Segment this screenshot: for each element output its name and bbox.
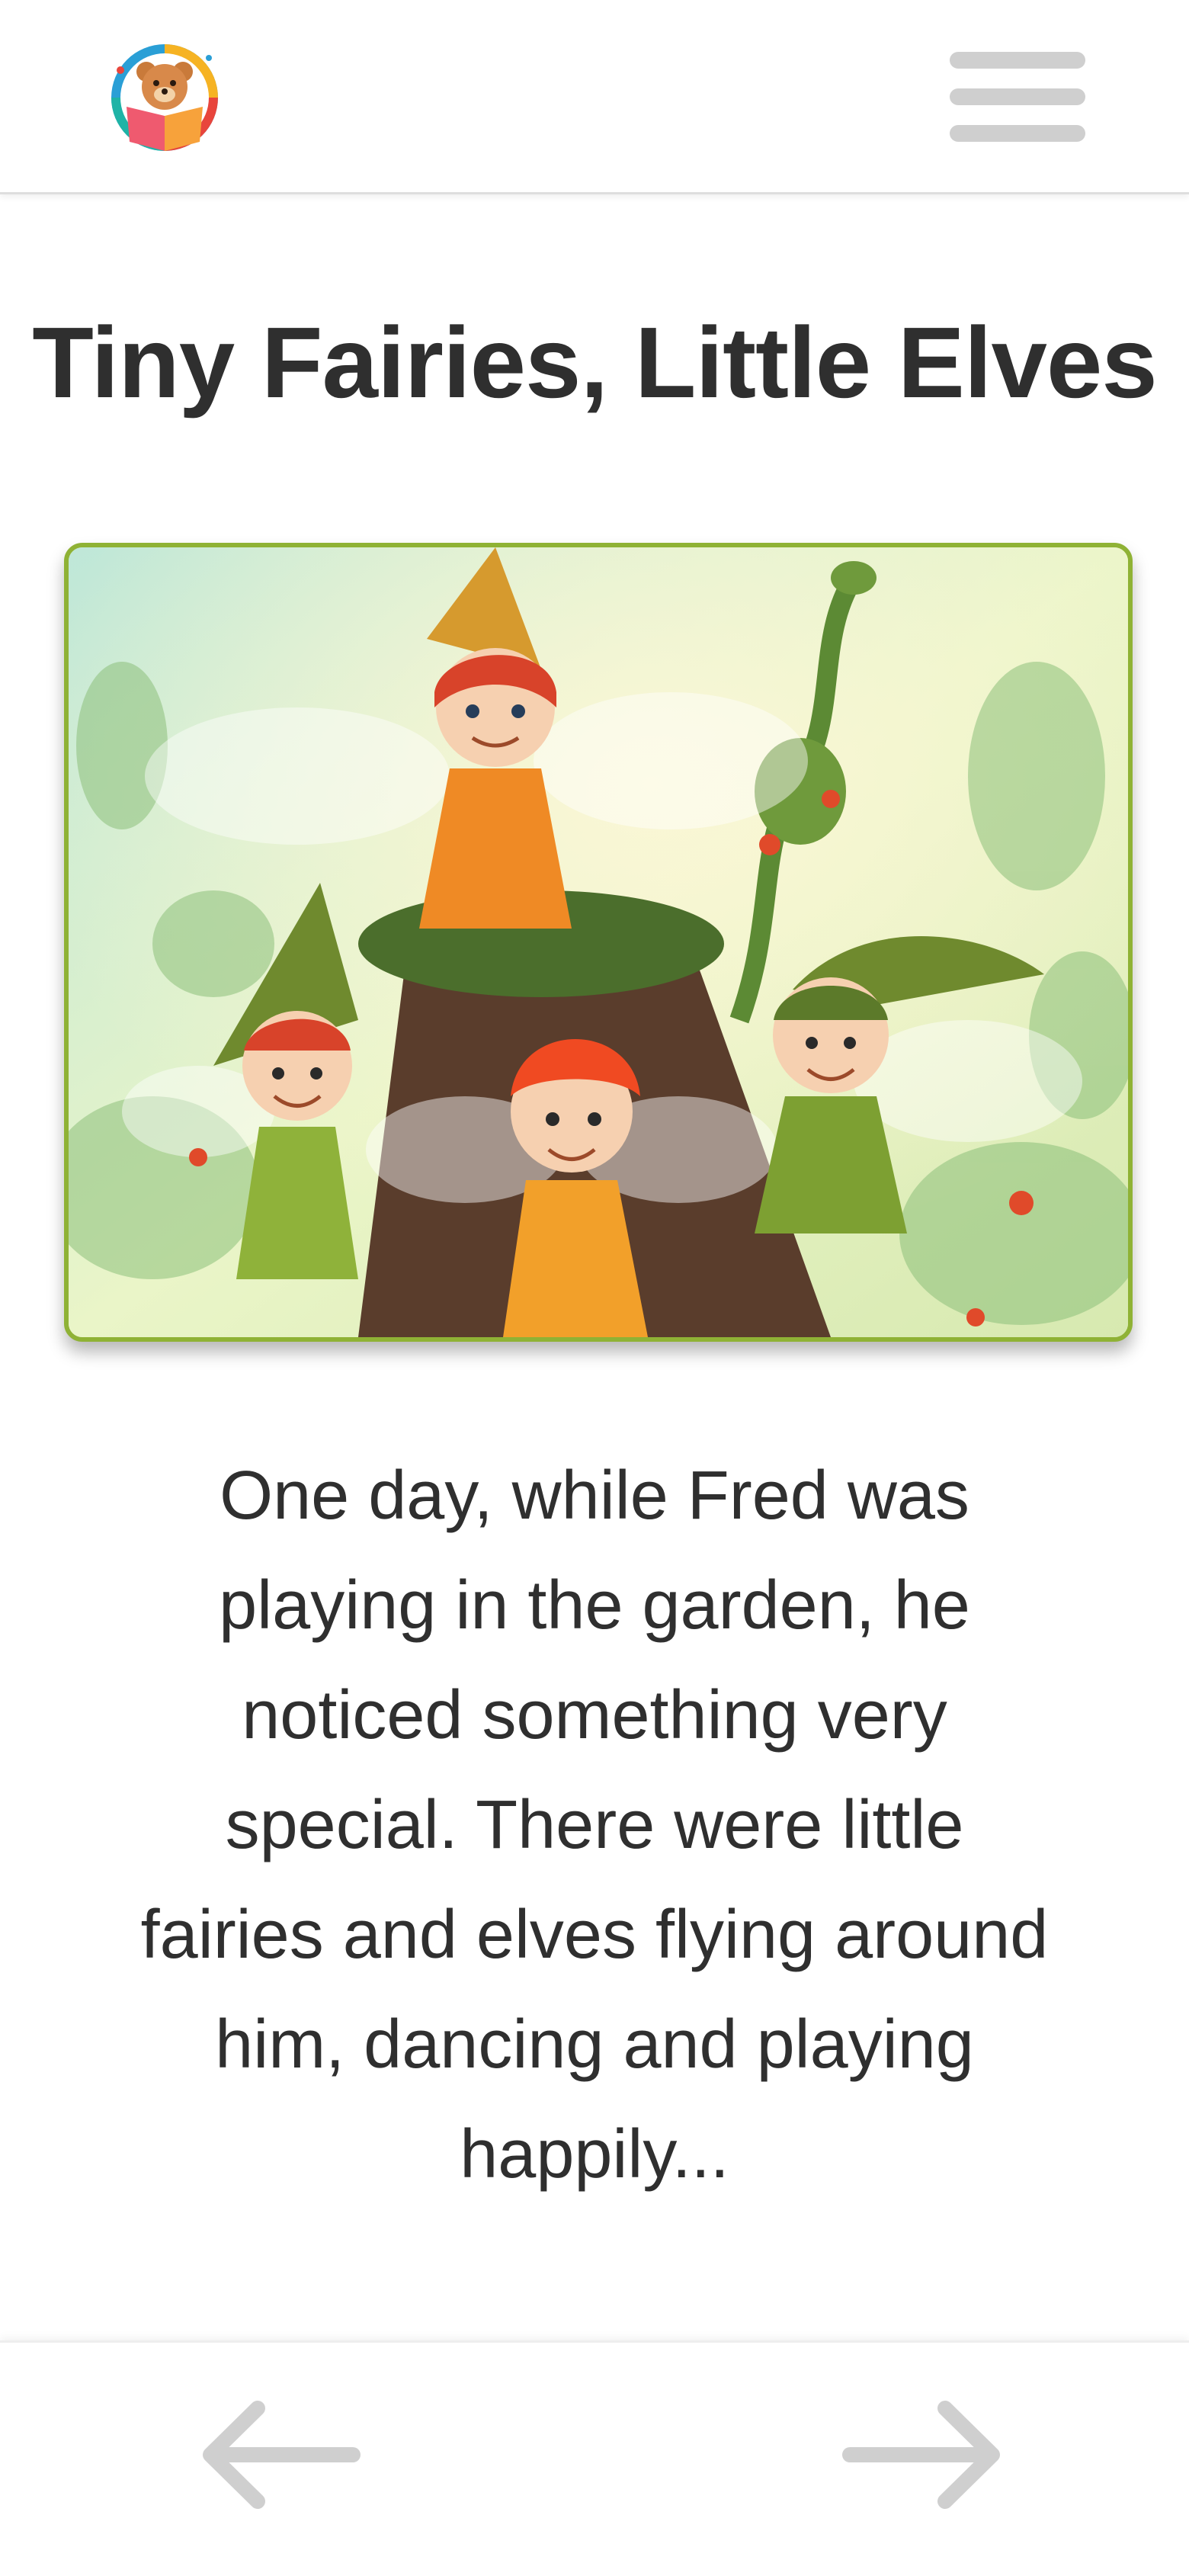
- menu-bar-bottom: [950, 125, 1085, 142]
- menu-bar-middle: [950, 88, 1085, 105]
- hamburger-menu-button[interactable]: [945, 47, 1090, 145]
- arrow-left-icon: [203, 2401, 361, 2509]
- fairies-and-elves-image: [69, 547, 1128, 1337]
- arrow-right-icon: [842, 2401, 1000, 2509]
- bottom-navigation-bar: [0, 2340, 1189, 2576]
- page-title: Tiny Fairies, Little Elves: [32, 306, 1158, 419]
- story-illustration: [64, 543, 1133, 1342]
- previous-page-button[interactable]: [197, 2398, 364, 2512]
- teddy-bear-reading-book-icon[interactable]: [105, 40, 224, 156]
- menu-bar-top: [950, 52, 1085, 69]
- top-bar: [0, 0, 1189, 194]
- next-page-button[interactable]: [838, 2398, 1006, 2512]
- story-text: One day, while Fred was playing in the g…: [140, 1458, 1049, 2193]
